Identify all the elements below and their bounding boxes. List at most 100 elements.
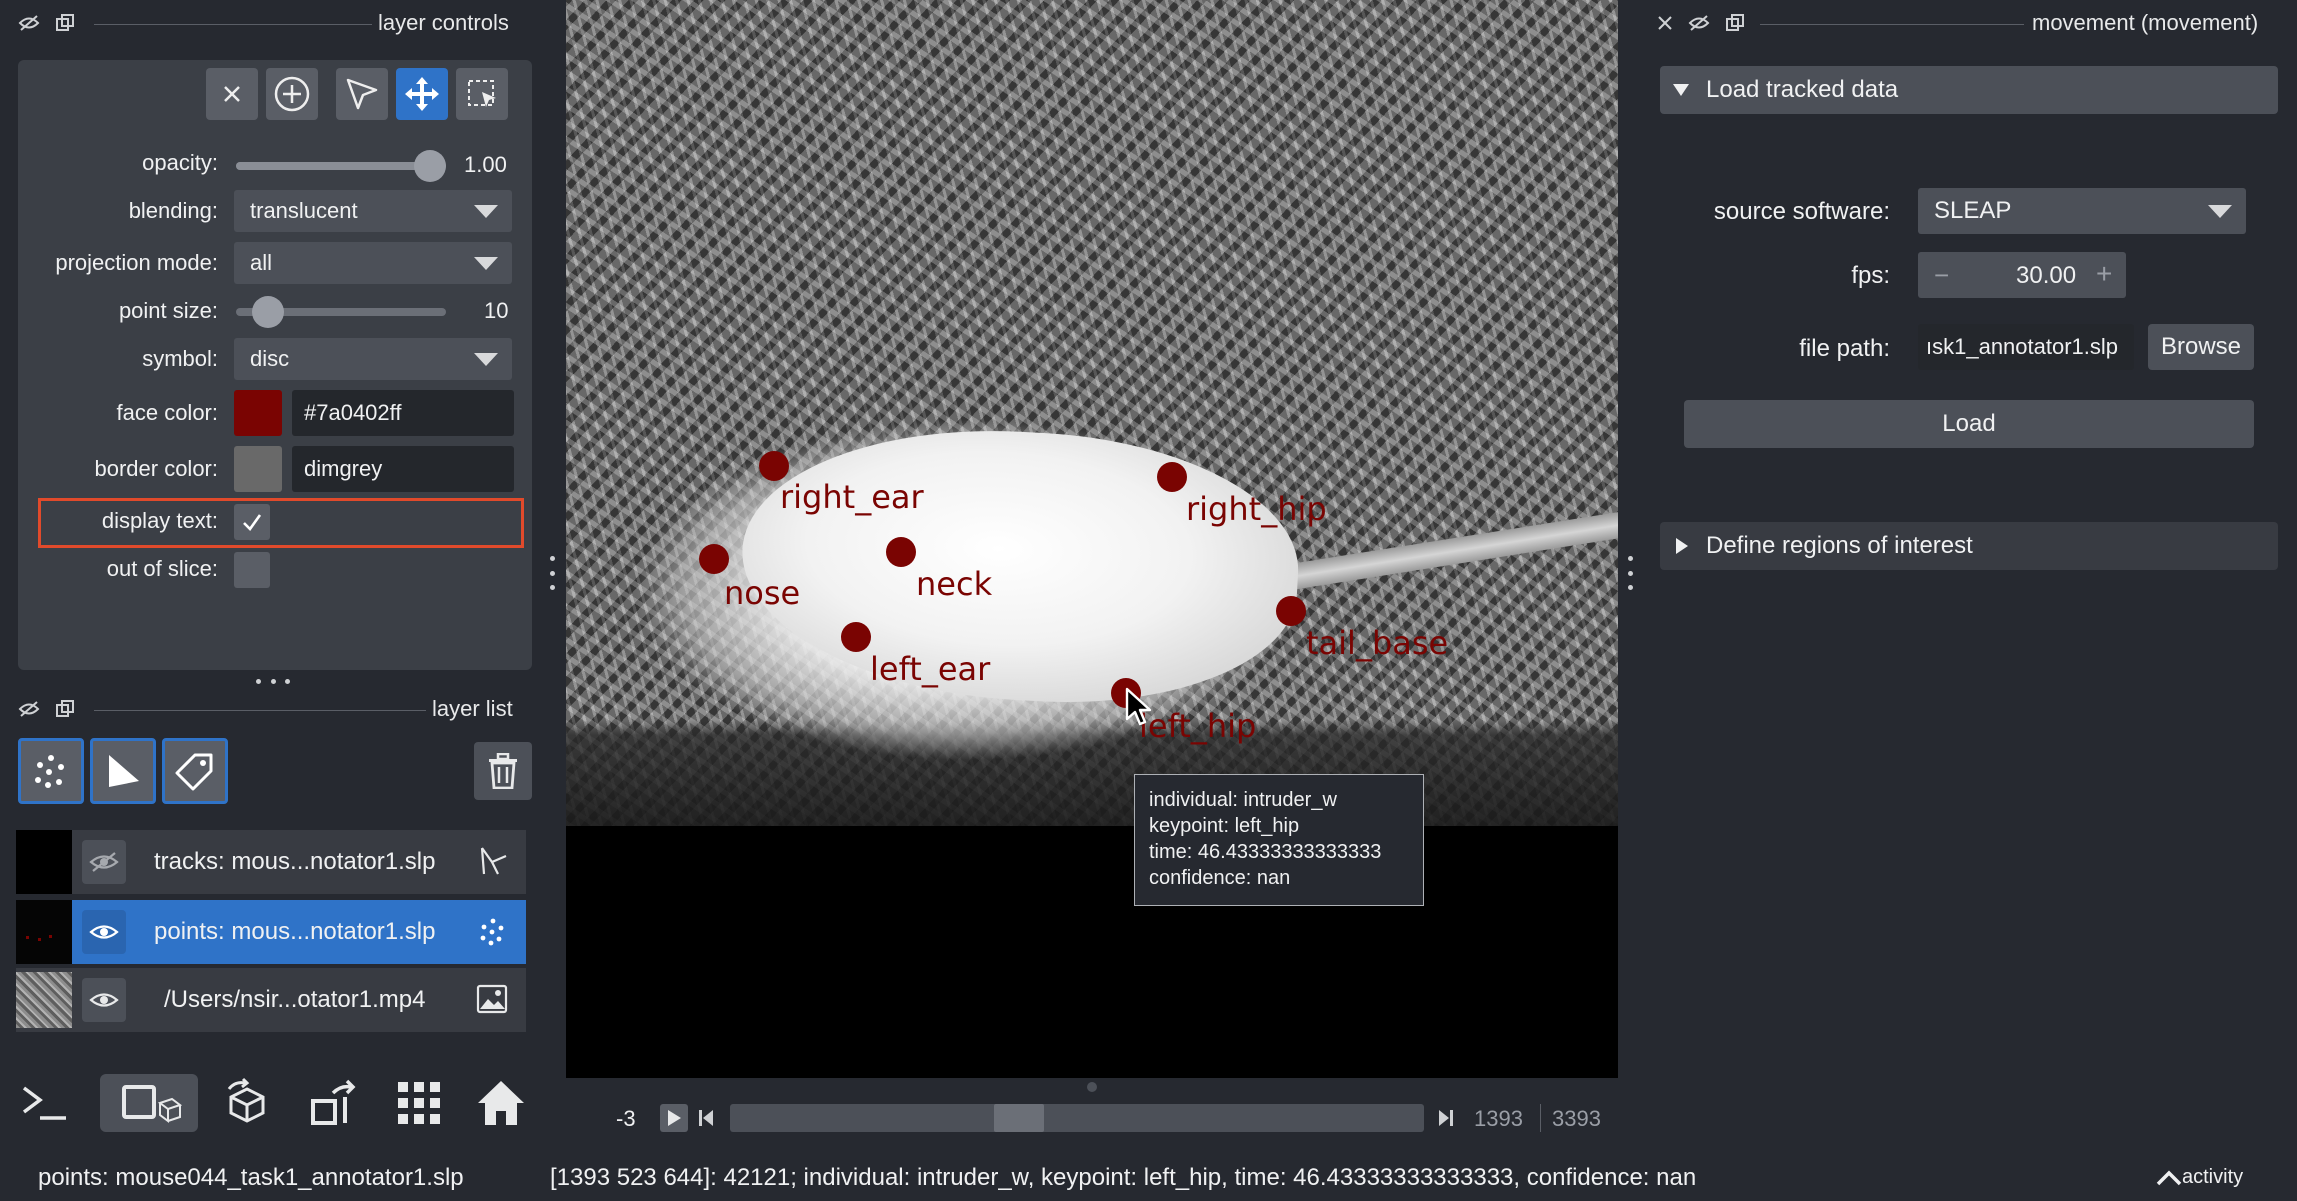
mouse-cursor-icon (1125, 687, 1152, 726)
delete-layer-button[interactable] (474, 742, 532, 800)
tooltip-keypoint: keypoint: left_hip (1149, 815, 1300, 837)
point-size-label: point size: (118, 298, 218, 323)
keypoint-left-ear[interactable] (841, 622, 871, 652)
chevron-up-icon (2156, 1170, 2182, 1185)
projection-mode-dropdown[interactable]: all (234, 242, 512, 284)
browse-button[interactable]: Browse (2148, 324, 2254, 370)
left-dock-resize-handle[interactable] (548, 556, 556, 590)
float-window-icon[interactable] (54, 698, 76, 720)
2d-3d-icon (122, 1085, 183, 1123)
layer-list-header: layer list (14, 694, 534, 726)
layer-row-tracks[interactable]: tracks: mous...notator1.slp (16, 830, 526, 894)
keypoint-nose[interactable] (699, 544, 729, 574)
delete-points-button[interactable] (206, 68, 258, 120)
layer-row-video[interactable]: /Users/nsir...otator1.mp4 (16, 968, 526, 1032)
float-window-icon[interactable] (54, 12, 76, 34)
border-color-swatch[interactable] (234, 446, 282, 492)
keypoint-label: left_hip (1139, 707, 1257, 745)
transpose-dims-button[interactable] (304, 1074, 362, 1132)
right-dock-resize-handle[interactable] (1626, 556, 1634, 590)
new-shapes-layer-button[interactable] (90, 738, 156, 804)
step-back-button[interactable] (694, 1104, 718, 1132)
visibility-toggle[interactable] (82, 910, 126, 954)
out-of-slice-checkbox[interactable] (234, 552, 270, 588)
fps-spinbox[interactable]: − 30.00 + (1918, 252, 2126, 298)
status-layer-name: points: mouse044_task1_annotator1.slp (38, 1164, 464, 1191)
face-color-label: face color: (116, 400, 219, 425)
dock-splitter-handle[interactable] (256, 676, 290, 686)
visibility-toggle[interactable] (82, 978, 126, 1022)
layer-controls-title: layer controls (378, 10, 509, 35)
movement-header: movement (movement) (1652, 8, 2288, 40)
trash-icon (489, 753, 517, 789)
define-regions-header[interactable]: Define regions of interest (1660, 522, 2278, 570)
home-button[interactable] (472, 1074, 530, 1132)
total-frames: 3393 (1552, 1106, 1601, 1131)
roll-dims-button[interactable] (218, 1074, 276, 1132)
symbol-dropdown[interactable]: disc (234, 338, 512, 380)
border-color-input[interactable]: dimgrey (292, 446, 514, 492)
transform-button[interactable] (456, 68, 508, 120)
fps-decrement-button[interactable]: − (1934, 260, 1949, 291)
activity-label: activity (2182, 1166, 2244, 1188)
eye-closed-icon[interactable] (18, 12, 40, 34)
triangle-down-icon (1673, 84, 1689, 96)
face-color-swatch[interactable] (234, 390, 282, 436)
keypoint-label: tail_base (1306, 624, 1449, 662)
layer-thumbnail (16, 972, 72, 1028)
opacity-slider[interactable] (236, 150, 446, 182)
step-forward-button[interactable] (1434, 1104, 1458, 1132)
console-button[interactable] (18, 1078, 70, 1128)
viewer-canvas[interactable]: right_ear nose neck left_ear right_hip tail_b… (566, 0, 1618, 1078)
layer-name[interactable]: points: mous...notator1.slp (154, 918, 435, 946)
new-points-layer-button[interactable] (18, 738, 84, 804)
face-color-value: #7a0402ff (304, 400, 402, 425)
visibility-toggle[interactable] (82, 840, 126, 884)
points-layer[interactable]: right_ear nose neck left_ear right_hip tail_b… (566, 0, 1618, 826)
points-icon (35, 755, 64, 788)
activity-button[interactable]: activity (2156, 1166, 2243, 1189)
load-button[interactable]: Load (1684, 400, 2254, 448)
point-size-slider-knob[interactable] (252, 296, 284, 328)
layer-name[interactable]: /Users/nsir...otator1.mp4 (164, 986, 425, 1014)
header-divider (1760, 24, 2024, 25)
load-tracked-data-header[interactable]: Load tracked data (1660, 66, 2278, 114)
frame-divider (1540, 1104, 1541, 1132)
keypoint-right-hip[interactable] (1157, 462, 1187, 492)
layer-thumbnail (16, 900, 72, 964)
opacity-slider-knob[interactable] (414, 150, 446, 182)
blending-dropdown[interactable]: translucent (234, 190, 512, 232)
ndisplay-toggle-button[interactable] (100, 1074, 198, 1132)
layer-row-points[interactable]: points: mous...notator1.slp (16, 900, 526, 964)
add-points-button[interactable] (266, 68, 318, 120)
display-text-checkbox[interactable] (234, 504, 270, 540)
select-points-button[interactable] (336, 68, 388, 120)
grid-view-button[interactable] (390, 1074, 448, 1132)
home-icon (478, 1081, 524, 1125)
opacity-value: 1.00 (464, 152, 507, 177)
file-path-input[interactable]: ısk1_annotator1.slp (1918, 324, 2134, 370)
eye-closed-icon[interactable] (18, 698, 40, 720)
border-color-value: dimgrey (304, 456, 383, 481)
layer-name[interactable]: tracks: mous...notator1.slp (154, 848, 435, 876)
source-software-dropdown[interactable]: SLEAP (1918, 188, 2246, 234)
shapes-icon (109, 755, 139, 787)
keypoint-tail-base[interactable] (1276, 596, 1306, 626)
play-button[interactable] (660, 1104, 688, 1132)
keypoint-right-ear[interactable] (759, 451, 789, 481)
keypoint-neck[interactable] (886, 537, 916, 567)
current-frame[interactable]: 1393 (1474, 1106, 1523, 1132)
eye-closed-icon[interactable] (1688, 12, 1710, 34)
face-color-input[interactable]: #7a0402ff (292, 390, 514, 436)
dims-slider-bar: -3 1393 3393 (566, 1078, 1618, 1158)
float-window-icon[interactable] (1724, 12, 1746, 34)
point-size-slider[interactable] (236, 296, 446, 328)
new-labels-layer-button[interactable] (162, 738, 228, 804)
frame-slider[interactable] (730, 1104, 1424, 1132)
pan-zoom-button[interactable] (396, 68, 448, 120)
fps-increment-button[interactable]: + (2096, 258, 2112, 290)
close-icon[interactable] (1654, 12, 1676, 34)
out-of-slice-label: out of slice: (106, 556, 218, 581)
symbol-label: symbol: (142, 346, 218, 371)
frame-slider-thumb[interactable] (994, 1104, 1044, 1132)
